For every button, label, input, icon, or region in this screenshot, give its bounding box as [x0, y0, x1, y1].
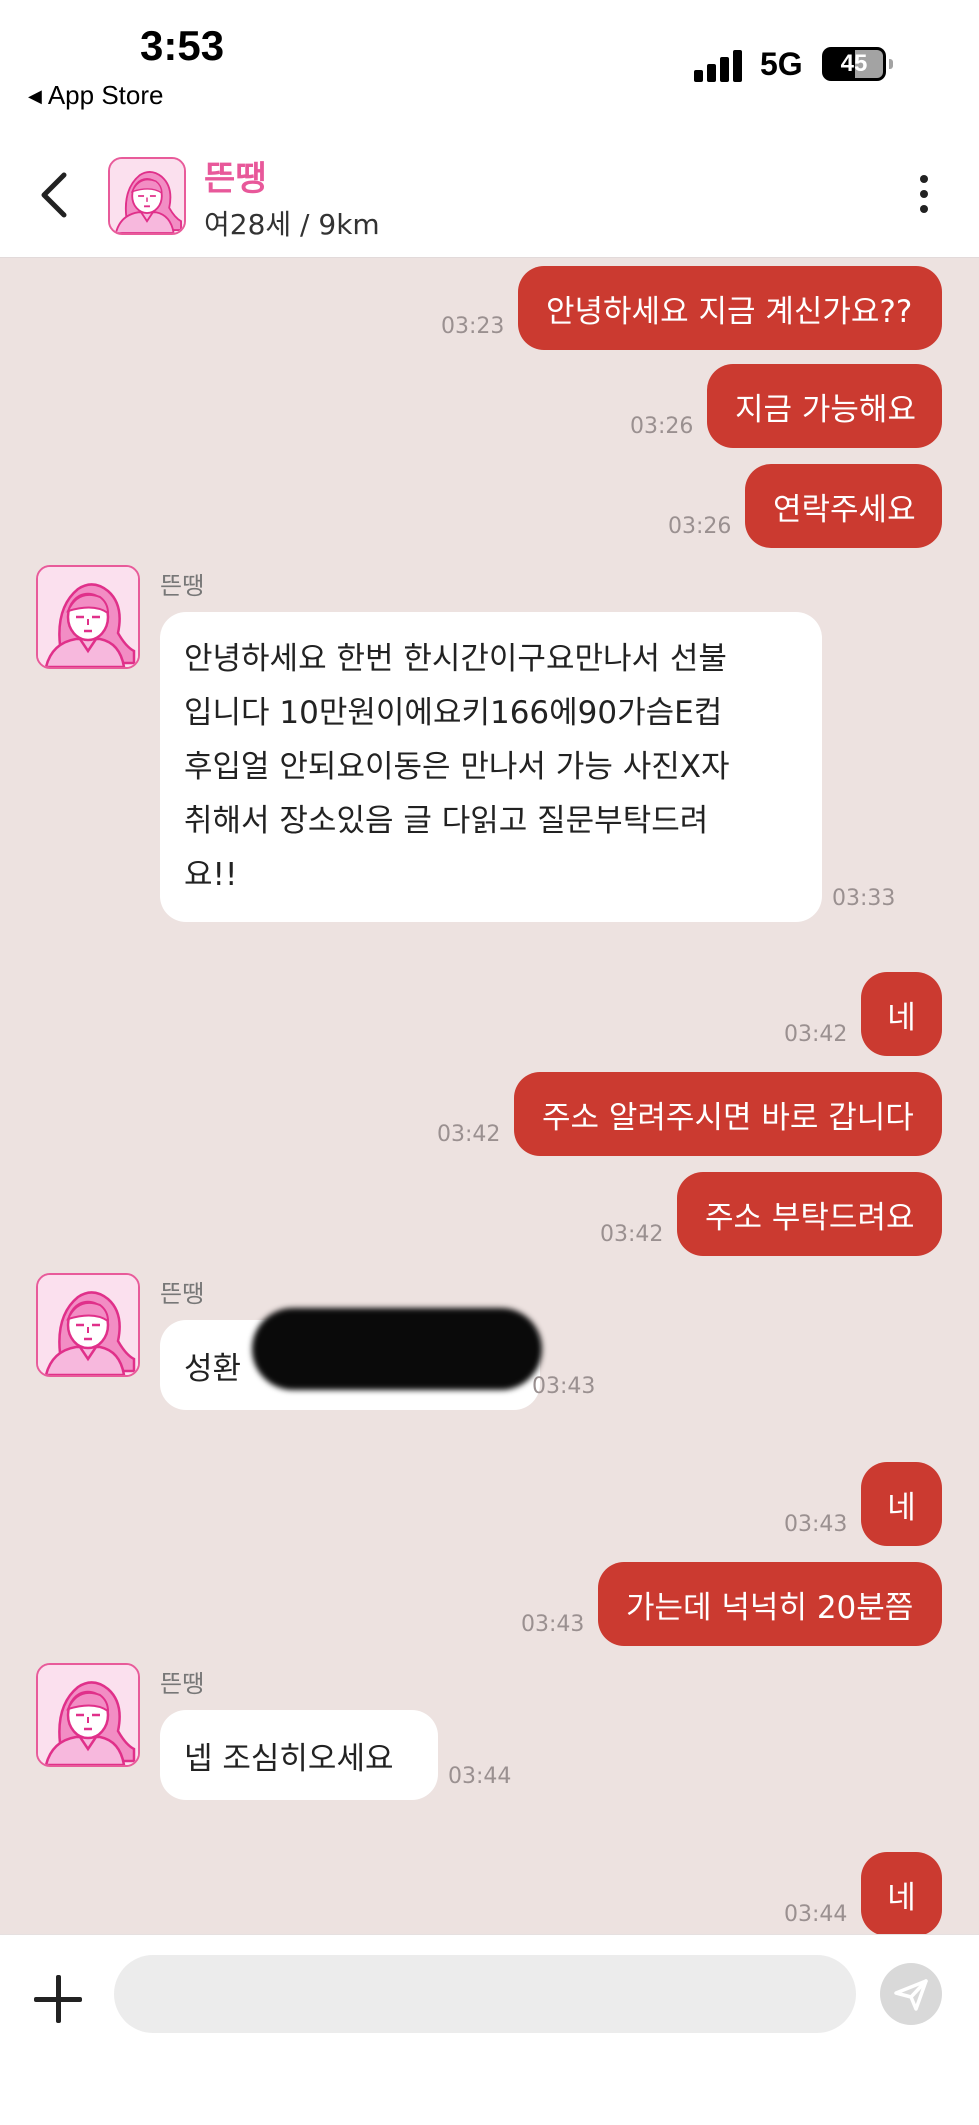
message-time: 03:33 [832, 886, 896, 911]
message-text: 안녕하세요 지금 계신가요?? [546, 293, 913, 330]
sender-name: 뜬땡 [160, 1670, 205, 1698]
send-icon [894, 1979, 928, 2011]
message-time: 03:43 [532, 1374, 596, 1399]
back-to-app-link[interactable]: ◀ App Store [28, 80, 163, 111]
message-text: 성환 [184, 1350, 242, 1387]
profile-avatar[interactable] [108, 157, 186, 235]
incoming-message-bubble[interactable]: 안녕하세요 한번 한시간이구요만나서 선불 입니다 10만원이에요키166에90… [160, 612, 822, 922]
outgoing-message-bubble[interactable]: 주소 알려주시면 바로 갑니다 [514, 1072, 942, 1156]
more-vertical-icon [912, 175, 936, 213]
message-time: 03:26 [630, 414, 694, 439]
redaction-scribble [252, 1308, 542, 1390]
message-list[interactable]: 안녕하세요 지금 계신가요?? 03:23 지금 가능해요 03:26 연락주세… [0, 258, 979, 1934]
message-time: 03:42 [784, 1022, 848, 1047]
message-text: 가는데 넉넉히 20분쯤 [626, 1589, 914, 1626]
sender-avatar[interactable] [36, 565, 140, 669]
status-time: 3:53 [140, 22, 225, 69]
message-time: 03:44 [784, 1902, 848, 1927]
message-text: 네 [887, 1489, 916, 1526]
message-time: 03:44 [448, 1764, 512, 1789]
contact-info: 여28세 / 9km [204, 208, 380, 241]
avatar-illustration-icon [38, 567, 138, 667]
message-text: 주소 알려주시면 바로 갑니다 [542, 1099, 914, 1136]
outgoing-message-bubble[interactable]: 네 [861, 1462, 942, 1546]
chat-header: 뜬땡 여28세 / 9km [0, 125, 979, 258]
message-text: 넵 조심히오세요 [184, 1740, 394, 1777]
message-time: 03:42 [437, 1122, 501, 1147]
outgoing-message-bubble[interactable]: 안녕하세요 지금 계신가요?? [518, 266, 942, 350]
message-text: 주소 부탁드려요 [705, 1199, 915, 1236]
message-time: 03:43 [521, 1612, 585, 1637]
outgoing-message-bubble[interactable]: 지금 가능해요 [707, 364, 942, 448]
sender-name: 뜬땡 [160, 572, 205, 600]
status-bar: 3:53 ◀ App Store 5G 45 [0, 0, 979, 125]
message-time: 03:26 [668, 514, 732, 539]
outgoing-message-bubble[interactable]: 주소 부탁드려요 [677, 1172, 942, 1256]
message-text: 안녕하세요 한번 한시간이구요만나서 선불 입니다 10만원이에요키166에90… [184, 641, 730, 893]
chevron-left-icon [41, 172, 67, 218]
outgoing-message-bubble[interactable]: 네 [861, 972, 942, 1056]
outgoing-message-bubble[interactable]: 연락주세요 [745, 464, 942, 548]
message-time: 03:42 [600, 1222, 664, 1247]
sender-avatar[interactable] [36, 1273, 140, 1377]
sender-avatar[interactable] [36, 1663, 140, 1767]
plus-icon[interactable] [34, 1975, 82, 2023]
battery-tip [889, 59, 893, 69]
more-menu-button[interactable] [912, 175, 936, 217]
battery-level: 45 [840, 50, 868, 77]
outgoing-message-bubble[interactable]: 가는데 넉넉히 20분쯤 [598, 1562, 942, 1646]
avatar-illustration-icon [38, 1665, 138, 1765]
send-button[interactable] [880, 1963, 942, 2025]
message-text: 네 [887, 1879, 916, 1916]
message-composer [0, 1934, 979, 2125]
message-text: 연락주세요 [773, 491, 916, 528]
network-type: 5G [760, 46, 803, 82]
outgoing-message-bubble[interactable]: 네 [861, 1852, 942, 1934]
avatar-illustration-icon [38, 1275, 138, 1375]
avatar-illustration-icon [110, 159, 184, 233]
sender-name: 뜬땡 [160, 1280, 205, 1308]
message-text: 지금 가능해요 [735, 391, 916, 428]
battery-icon: 45 [822, 47, 886, 81]
cellular-signal-icon [694, 48, 746, 82]
contact-name: 뜬땡 [204, 159, 267, 199]
back-button[interactable] [30, 167, 80, 223]
incoming-message-bubble[interactable]: 넵 조심히오세요 [160, 1710, 438, 1800]
message-time: 03:23 [441, 314, 505, 339]
back-app-label: App Store [47, 80, 164, 110]
back-triangle-icon: ◀ [28, 86, 42, 106]
message-input[interactable] [114, 1955, 856, 2033]
message-text: 네 [887, 999, 916, 1036]
message-time: 03:43 [784, 1512, 848, 1537]
